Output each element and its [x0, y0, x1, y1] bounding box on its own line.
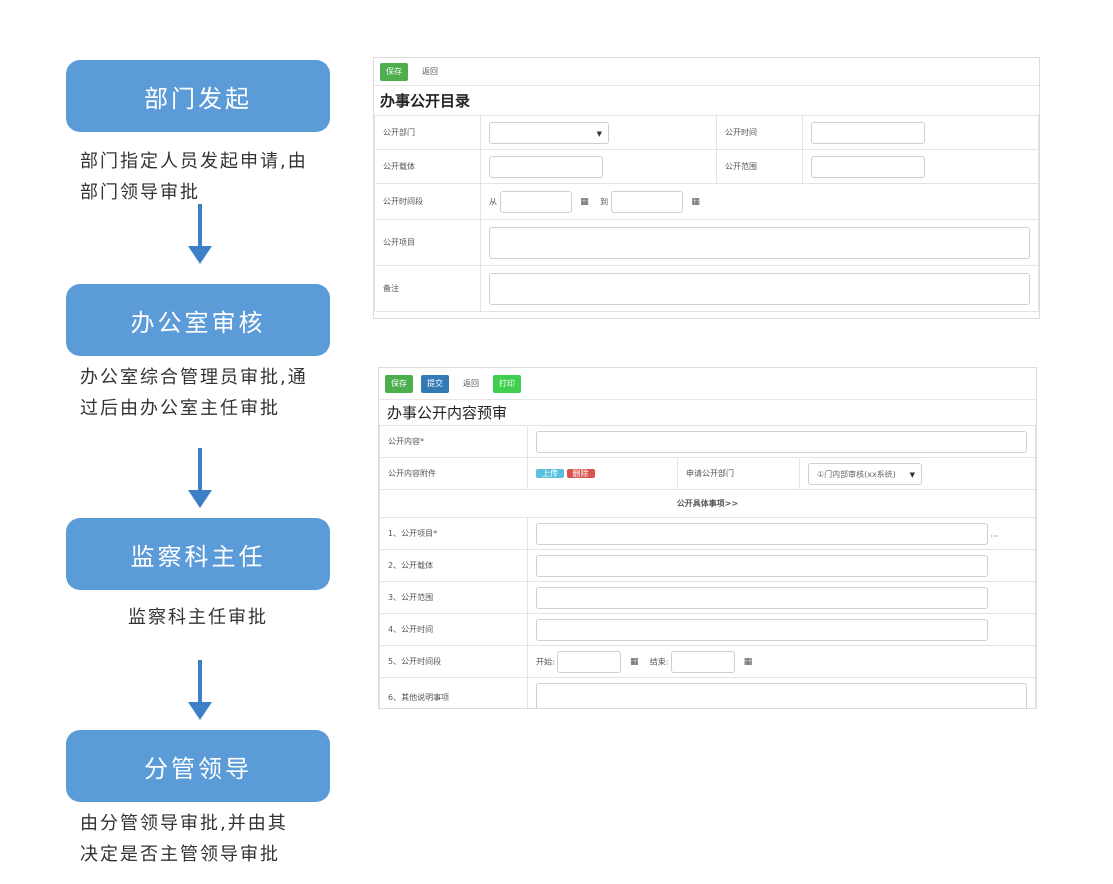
scope-input[interactable] — [536, 586, 988, 609]
back-button[interactable]: 返回 — [416, 63, 444, 81]
content-form: 公开内容* 公开内容附件 上传 删除 申请公开部门 ①门内部审核(xx系统) ▼… — [379, 425, 1036, 708]
calendar-icon[interactable]: ▦ — [572, 191, 598, 213]
print-button[interactable]: 打印 — [493, 374, 521, 393]
upload-button[interactable]: 上传 — [536, 468, 564, 478]
field-label: 3、公开范围 — [379, 581, 528, 614]
step-description: 监察科主任审批 — [128, 607, 268, 628]
step-office-review: 办公室审核 — [66, 284, 330, 356]
step-title: 办公室审核 — [130, 308, 266, 337]
period-start-input[interactable] — [557, 650, 622, 673]
field-label: 公开时间 — [716, 115, 803, 150]
field-label: 公开时间段 — [374, 183, 481, 220]
arrow-down-icon — [188, 448, 212, 508]
panel-toolbar: 保存 提交 返回 打印 — [379, 368, 1036, 400]
scope-input[interactable] — [811, 155, 925, 178]
step-title: 分管领导 — [144, 754, 252, 783]
step-description: 办公室综合管理员审批,通 过后由办公室主任审批 — [80, 367, 308, 419]
step-description: 由分管领导审批,并由其 决定是否主管领导审批 — [80, 813, 288, 865]
save-button[interactable]: 保存 — [385, 374, 413, 393]
caret-down-icon: ▼ — [909, 470, 915, 479]
field-label: 5、公开时间段 — [379, 645, 528, 678]
dept-select[interactable]: ▼ — [489, 121, 609, 144]
apply-dept-select[interactable]: ①门内部审核(xx系统) ▼ — [808, 462, 922, 485]
from-label: 从 — [489, 197, 497, 206]
carrier-input[interactable] — [489, 155, 603, 178]
item-input[interactable] — [536, 522, 988, 545]
field-label: 6、其他说明事项 — [379, 677, 528, 708]
arrow-down-icon — [188, 660, 212, 720]
calendar-icon[interactable]: ▦ — [621, 651, 647, 673]
field-label: 申请公开部门 — [677, 457, 800, 490]
field-label: 2、公开载体 — [379, 549, 528, 582]
submit-button[interactable]: 提交 — [421, 374, 449, 393]
other-notes-textarea[interactable] — [536, 682, 1027, 708]
step-title: 部门发起 — [144, 84, 252, 113]
field-label: 1、公开项目* — [379, 517, 528, 550]
remark-textarea[interactable] — [489, 272, 1030, 305]
delete-button[interactable]: 删除 — [566, 468, 595, 478]
field-label: 4、公开时间 — [379, 613, 528, 646]
content-review-panel: 保存 提交 返回 打印 办事公开内容预审 公开内容* 公开内容附件 上传 删除 … — [378, 367, 1037, 709]
back-button[interactable]: 返回 — [457, 375, 485, 393]
field-label: 公开部门 — [374, 115, 481, 150]
arrow-down-icon — [188, 204, 212, 264]
calendar-icon[interactable]: ▦ — [735, 651, 761, 673]
step-supervision-head: 监察科主任 — [66, 518, 330, 590]
step-dept-initiate: 部门发起 — [66, 60, 330, 132]
catalog-form: 公开部门 ▼ 公开时间 公开载体 公开范围 公开时间段 从 ▦ 到 ▦ 公开项目 — [374, 115, 1039, 312]
calendar-icon[interactable]: ▦ — [683, 191, 709, 213]
time-input[interactable] — [811, 121, 925, 144]
catalog-form-panel: 保存 返回 办事公开目录 公开部门 ▼ 公开时间 公开载体 公开范围 公开时间段… — [373, 57, 1040, 319]
approval-flow: 部门发起 部门指定人员发起申请,由 部门领导审批 办公室审核 办公室综合管理员审… — [0, 0, 360, 884]
step-title: 监察科主任 — [130, 542, 266, 571]
period-start-input[interactable] — [499, 190, 572, 213]
time-input[interactable] — [536, 618, 988, 641]
panel-title: 办事公开内容预审 — [387, 404, 508, 422]
step-description: 部门指定人员发起申请,由 部门领导审批 — [80, 151, 308, 203]
section-link[interactable]: 公开具体事项>> — [379, 489, 1036, 518]
start-label: 开始: — [536, 657, 555, 666]
save-button[interactable]: 保存 — [380, 62, 408, 81]
carrier-input[interactable] — [536, 554, 988, 577]
field-label: 备注 — [374, 265, 481, 312]
item-textarea[interactable] — [489, 226, 1030, 259]
more-button[interactable]: ... — [991, 529, 999, 538]
content-input[interactable] — [536, 430, 1027, 453]
period-end-input[interactable] — [671, 650, 736, 673]
caret-down-icon: ▼ — [596, 129, 602, 138]
period-end-input[interactable] — [610, 190, 683, 213]
panel-title: 办事公开目录 — [380, 92, 471, 110]
panel-toolbar: 保存 返回 — [374, 58, 1039, 86]
field-label: 公开范围 — [716, 149, 803, 184]
field-label: 公开内容* — [379, 425, 528, 458]
field-label: 公开内容附件 — [379, 457, 528, 490]
field-label: 公开项目 — [374, 219, 481, 266]
field-label: 公开载体 — [374, 149, 481, 184]
step-leader: 分管领导 — [66, 730, 330, 802]
to-label: 到 — [600, 197, 609, 206]
end-label: 结束: — [649, 657, 669, 666]
